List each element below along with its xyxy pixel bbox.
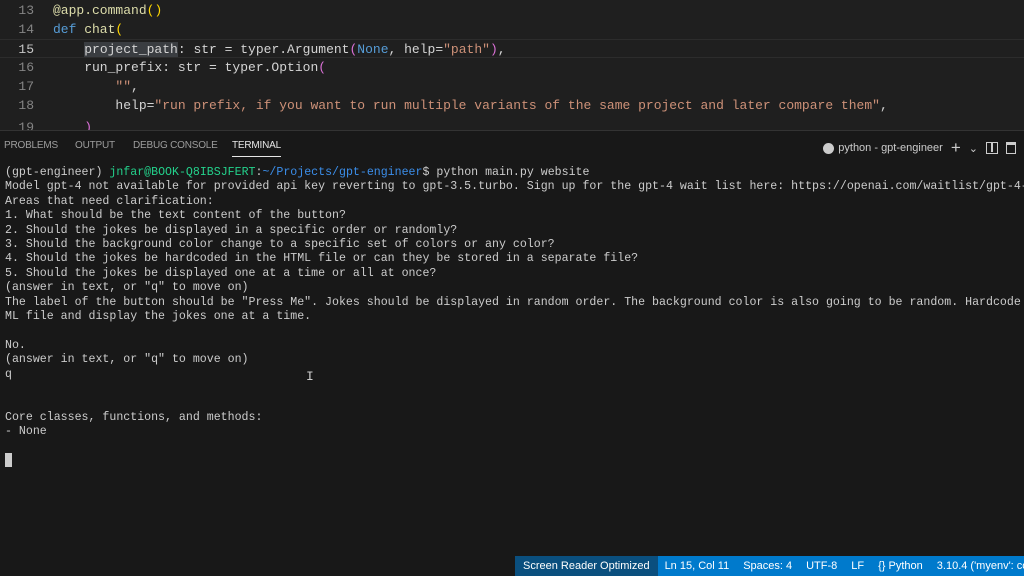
terminal-line: (answer in text, or "q" to move on) [5,281,249,295]
terminal-line: ML file and display the jokes one at a t… [5,310,312,323]
terminal-line: 3. Should the background color change to… [5,238,555,251]
python-interpreter[interactable]: 3.10.4 ('myenv': conda) [930,556,1024,576]
split-terminal-icon[interactable] [986,142,998,154]
tab-output[interactable]: OUTPUT [75,140,115,151]
terminal-line: 2. Should the jokes be displayed in a sp… [5,223,458,237]
terminal-line: 4. Should the jokes be hardcoded in the … [5,252,639,266]
terminal-output[interactable]: (gpt-engineer) jnfar@BOOK-Q8IBSJFERT:~/P… [0,160,1024,556]
terminal-line: (answer in text, or "q" to move on) [5,353,249,367]
code-line: 17 "", [18,79,139,94]
terminal-line: Model gpt-4 not available for provided a… [5,180,1024,194]
code-line: 16 run_prefix: str = typer.Option( [18,60,327,75]
terminal-line: Areas that need clarification: [5,194,214,208]
terminal-line: q [5,367,12,381]
screen-reader-status[interactable]: Screen Reader Optimized [515,556,658,576]
tab-debug-console[interactable]: DEBUG CONSOLE [133,140,218,151]
code-editor[interactable]: 13 @app.command() 14 def chat( 15 project_… [0,0,1024,130]
cursor-position[interactable]: Ln 15, Col 11 [658,556,737,576]
tab-problems[interactable]: PROBLEMS [4,140,58,151]
code-line-current: 15 project_path: str = typer.Argument(No… [0,39,1024,58]
indentation[interactable]: Spaces: 4 [736,556,799,576]
panel-tab-bar: PROBLEMS OUTPUT DEBUG CONSOLE TERMINAL p… [0,130,1024,160]
terminal-line: No. [5,338,26,352]
tab-terminal[interactable]: TERMINAL [232,140,281,157]
braces-icon: {} [878,560,889,572]
code-line: 13 @app.command() [18,3,163,18]
chevron-down-icon[interactable]: ⌄ [969,142,978,155]
terminal-prompt: (gpt-engineer) jnfar@BOOK-Q8IBSJFERT:~/P… [5,166,590,179]
terminal-selector[interactable]: python - gpt-engineer [823,142,943,154]
python-icon [823,142,835,154]
encoding[interactable]: UTF-8 [799,556,844,576]
terminal-cursor [5,453,12,467]
code-line: 14 def chat( [18,22,124,37]
line-ending[interactable]: LF [844,556,871,576]
terminal-line: Core classes, functions, and methods: [5,410,263,424]
terminal-line: 1. What should be the text content of th… [5,209,346,223]
language-mode[interactable]: {} Python [871,556,930,576]
text-cursor-icon: I [306,369,314,384]
status-bar: Screen Reader Optimized Ln 15, Col 11 Sp… [0,556,1024,576]
add-terminal-button[interactable]: + [951,138,961,158]
terminal-line: The label of the button should be "Press… [5,295,1024,309]
trash-icon[interactable] [1006,142,1016,154]
terminal-line: 5. Should the jokes be displayed one at … [5,266,437,280]
code-line: 18 help="run prefix, if you want to run … [18,98,888,113]
code-line: 19 ) [18,120,93,130]
word-highlight: project_path [84,42,178,57]
terminal-line: - None [5,425,47,439]
